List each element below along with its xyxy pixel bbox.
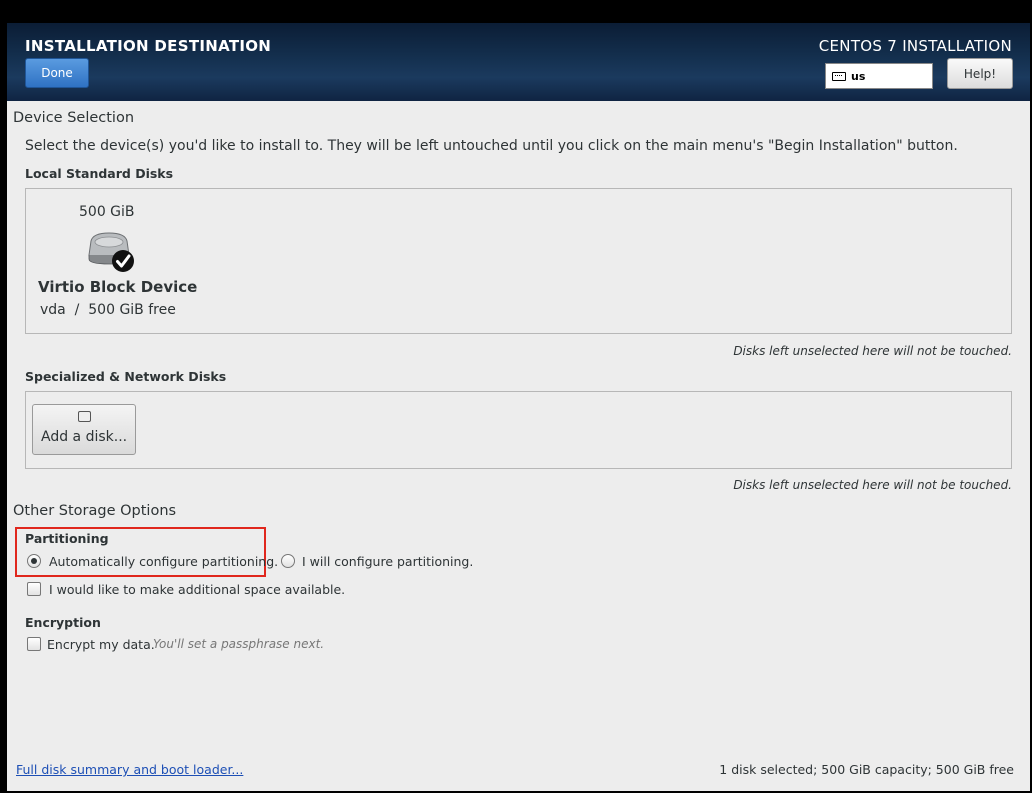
encrypt-hint: You'll set a passphrase next.: [153, 637, 325, 651]
hard-disk-icon[interactable]: [85, 231, 139, 273]
partitioning-label: Partitioning: [25, 531, 109, 546]
add-disk-icon: [78, 411, 91, 422]
add-disk-label: Add a disk...: [41, 429, 128, 445]
disk-summary-link[interactable]: Full disk summary and boot loader...: [16, 762, 243, 777]
encrypt-checkbox[interactable]: [27, 637, 41, 651]
encryption-label: Encryption: [25, 615, 101, 630]
local-disks-label: Local Standard Disks: [25, 166, 174, 181]
encrypt-label[interactable]: Encrypt my data.: [47, 637, 155, 652]
disk-details: vda / 500 GiB free: [40, 302, 176, 318]
device-selection-intro: Select the device(s) you'd like to insta…: [25, 138, 958, 154]
network-disks-panel: [25, 391, 1012, 469]
help-button[interactable]: Help!: [947, 58, 1013, 89]
manual-partitioning-radio[interactable]: [281, 554, 295, 568]
keyboard-icon: [832, 71, 846, 81]
manual-partitioning-label[interactable]: I will configure partitioning.: [302, 554, 473, 569]
checkmark-icon: [112, 250, 134, 272]
additional-space-label[interactable]: I would like to make additional space av…: [49, 582, 345, 597]
disk-size: 500 GiB: [79, 204, 135, 220]
keyboard-layout-indicator[interactable]: us: [825, 63, 933, 89]
keyboard-layout-label: us: [851, 69, 866, 83]
header-bar: INSTALLATION DESTINATION Done CENTOS 7 I…: [7, 23, 1030, 101]
done-button[interactable]: Done: [25, 58, 89, 88]
installer-window: INSTALLATION DESTINATION Done CENTOS 7 I…: [7, 23, 1030, 791]
additional-space-checkbox[interactable]: [27, 582, 41, 596]
untouched-note-local: Disks left unselected here will not be t…: [733, 344, 1012, 358]
auto-partitioning-radio[interactable]: [27, 554, 41, 568]
auto-partitioning-label[interactable]: Automatically configure partitioning.: [49, 554, 278, 569]
device-selection-heading: Device Selection: [13, 110, 135, 126]
network-disks-label: Specialized & Network Disks: [25, 369, 227, 384]
other-storage-heading: Other Storage Options: [13, 503, 177, 519]
selection-status: 1 disk selected; 500 GiB capacity; 500 G…: [719, 762, 1014, 777]
disk-name[interactable]: Virtio Block Device: [38, 278, 197, 296]
product-title: CENTOS 7 INSTALLATION: [818, 37, 1012, 55]
add-disk-button[interactable]: Add a disk...: [32, 404, 136, 455]
page-title: INSTALLATION DESTINATION: [25, 37, 272, 55]
untouched-note-network: Disks left unselected here will not be t…: [733, 478, 1012, 492]
